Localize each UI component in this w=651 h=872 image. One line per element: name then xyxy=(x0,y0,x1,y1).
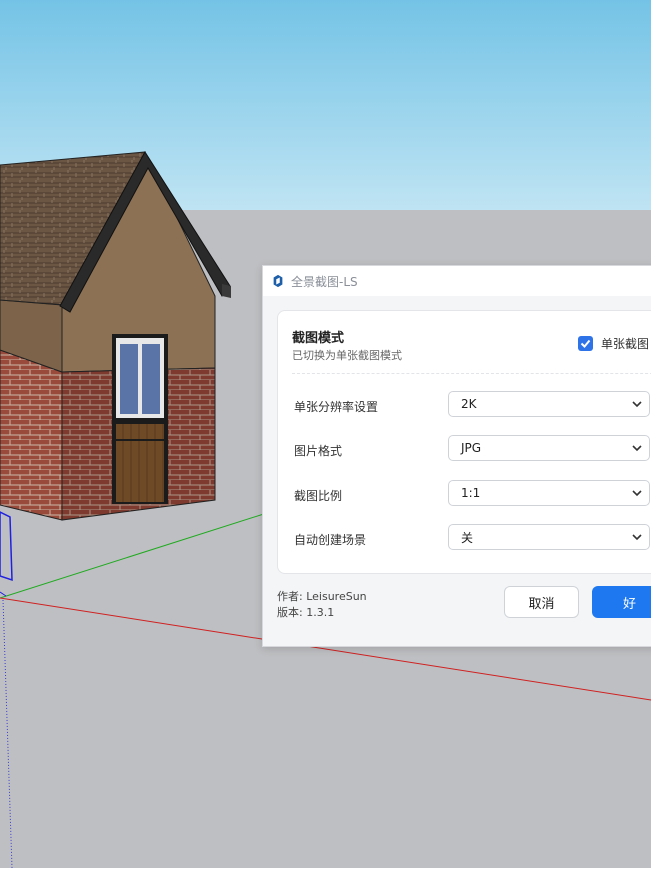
version-text: 版本: 1.3.1 xyxy=(277,606,335,619)
sketchup-logo-icon xyxy=(273,274,283,288)
auto-scene-value: 关 xyxy=(461,530,474,545)
auto-scene-select[interactable]: 关 xyxy=(448,524,650,550)
panorama-dialog: 全景截图-LS 截图模式 已切换为单张截图模式 单张截图 单张分辨率设置 2K … xyxy=(262,265,651,647)
divider xyxy=(292,373,651,374)
settings-card: 截图模式 已切换为单张截图模式 单张截图 单张分辨率设置 2K 图片格式 JPG… xyxy=(277,310,651,574)
resolution-select[interactable]: 2K xyxy=(448,391,650,417)
ratio-select[interactable]: 1:1 xyxy=(448,480,650,506)
mode-subtitle: 已切换为单张截图模式 xyxy=(292,349,402,362)
resolution-label: 单张分辨率设置 xyxy=(294,400,379,414)
chevron-down-icon xyxy=(632,401,642,408)
dialog-title: 全景截图-LS xyxy=(291,274,358,289)
chevron-down-icon xyxy=(632,534,642,541)
auto-scene-label: 自动创建场景 xyxy=(294,533,367,547)
ok-button[interactable]: 好 xyxy=(592,586,651,618)
format-value: JPG xyxy=(461,441,482,455)
ratio-label: 截图比例 xyxy=(294,489,343,503)
mode-title: 截图模式 xyxy=(292,331,345,346)
checkbox[interactable] xyxy=(578,336,593,351)
format-label: 图片格式 xyxy=(294,444,343,458)
author-text: 作者: LeisureSun xyxy=(277,590,367,603)
chevron-down-icon xyxy=(632,445,642,452)
checkmark-icon xyxy=(580,339,591,348)
chevron-down-icon xyxy=(632,490,642,497)
single-shot-toggle[interactable]: 单张截图 xyxy=(578,335,649,352)
ratio-value: 1:1 xyxy=(461,486,481,500)
checkbox-label: 单张截图 xyxy=(601,337,650,351)
format-select[interactable]: JPG xyxy=(448,435,650,461)
resolution-value: 2K xyxy=(461,397,477,411)
dialog-titlebar[interactable]: 全景截图-LS xyxy=(263,266,651,296)
cancel-button[interactable]: 取消 xyxy=(504,586,579,618)
